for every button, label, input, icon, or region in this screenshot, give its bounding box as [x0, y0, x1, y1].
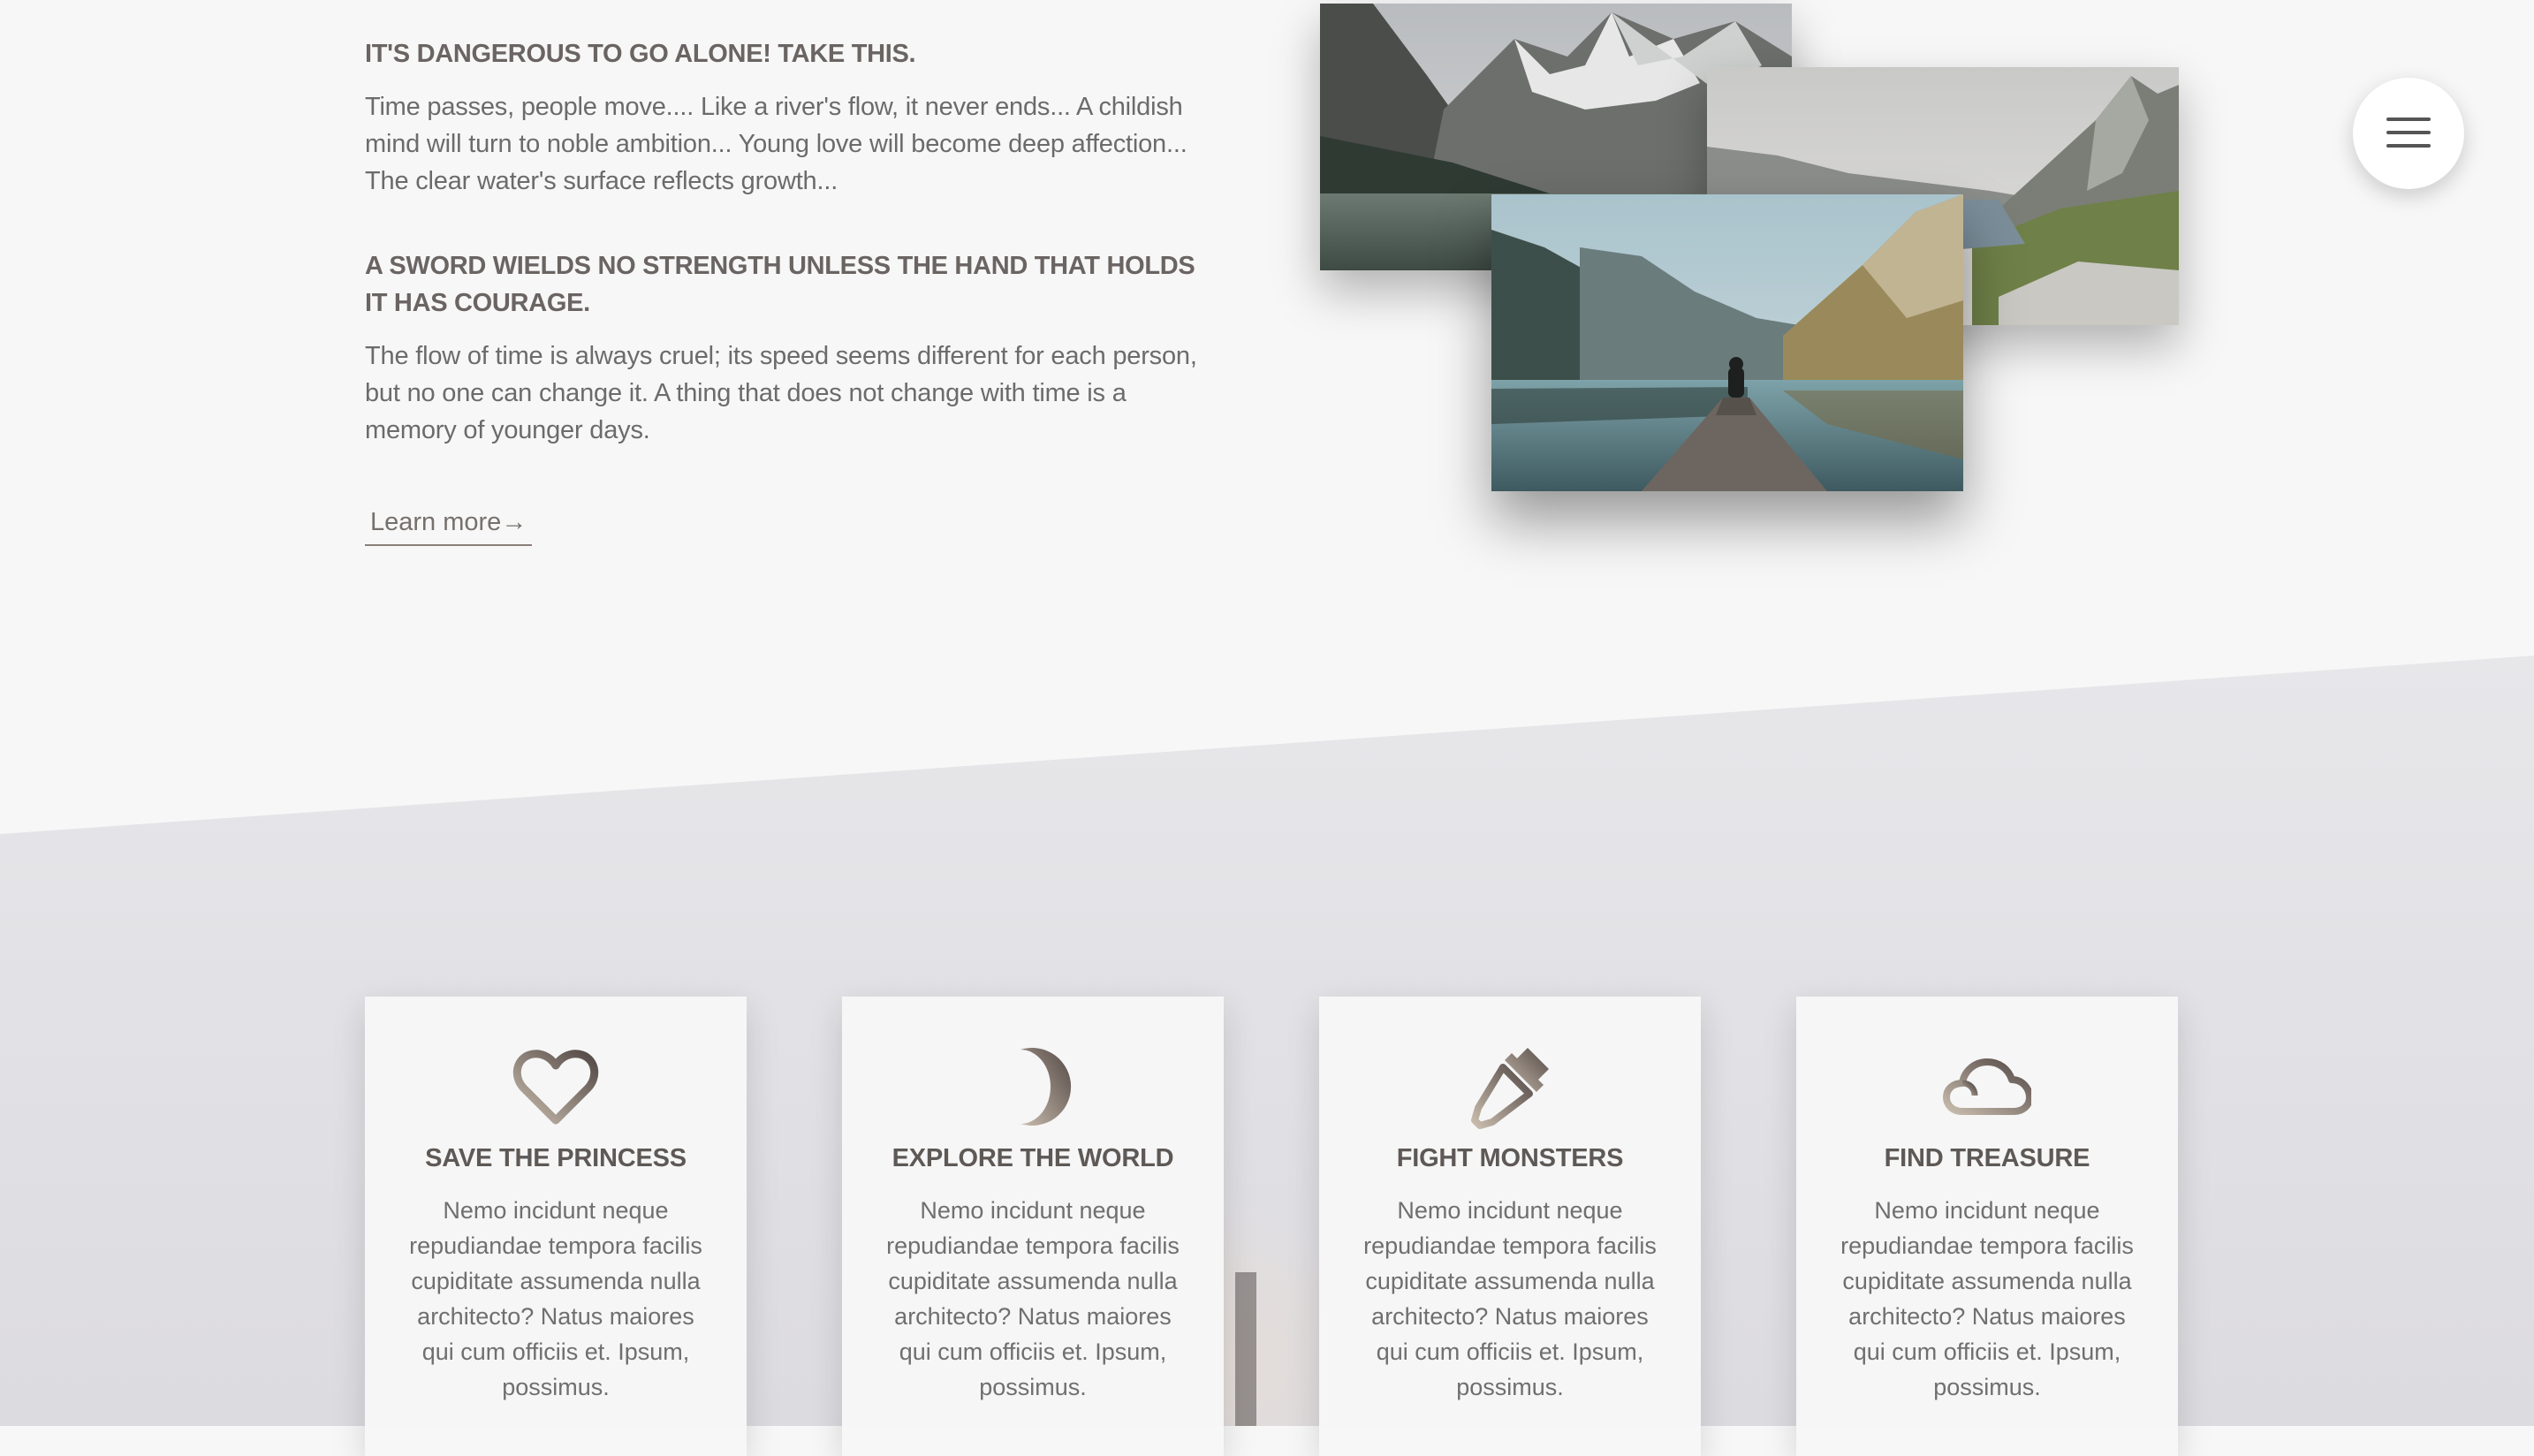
feature-card: FIGHT MONSTERS Nemo incidunt neque repud… [1319, 997, 1701, 1456]
intro-paragraph-1: Time passes, people move.... Like a rive… [365, 93, 1187, 195]
feature-title: FIND TREASURE [1884, 1144, 2090, 1172]
feature-card: EXPLORE THE WORLD Nemo incidunt neque re… [842, 997, 1224, 1456]
learn-more-label: Learn more [370, 508, 502, 536]
feature-card: FIND TREASURE Nemo incidunt neque repudi… [1796, 997, 2178, 1456]
learn-more-link[interactable]: Learn more→ [365, 504, 533, 546]
intro-heading-2: A SWORD WIELDS NO STRENGTH UNLESS THE HA… [365, 252, 1195, 317]
feature-title: SAVE THE PRINCESS [425, 1144, 687, 1172]
cloud-icon [1943, 1058, 2031, 1115]
intro-paragraph-2: The flow of time is always cruel; its sp… [365, 342, 1197, 444]
feature-text: Nemo incidunt neque repudiandae tempora … [1840, 1197, 2134, 1400]
menu-button[interactable] [2353, 78, 2464, 189]
feature-title: FIGHT MONSTERS [1396, 1144, 1624, 1172]
feature-card: SAVE THE PRINCESS Nemo incidunt neque re… [365, 997, 747, 1456]
dropper-icon [1471, 1048, 1549, 1129]
feature-text: Nemo incidunt neque repudiandae tempora … [409, 1197, 702, 1400]
heart-icon [512, 1050, 599, 1125]
intro-heading-1: IT'S DANGEROUS TO GO ALONE! TAKE THIS. [365, 40, 916, 68]
feature-title: EXPLORE THE WORLD [891, 1144, 1174, 1172]
moon-icon [1020, 1048, 1072, 1126]
feature-text: Nemo incidunt neque repudiandae tempora … [1363, 1197, 1657, 1400]
feature-text: Nemo incidunt neque repudiandae tempora … [886, 1197, 1180, 1400]
arrow-right-icon: → [501, 508, 527, 536]
dock-lake-photo [1491, 194, 1963, 491]
hamburger-menu-icon [2386, 118, 2431, 149]
